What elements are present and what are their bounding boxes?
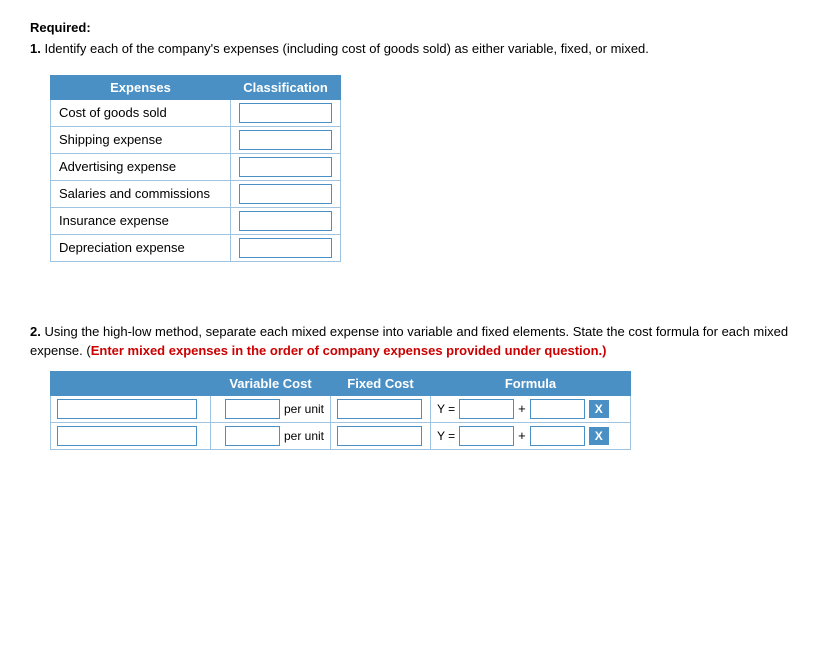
classification-cell-5 — [231, 234, 341, 261]
highlow-varcost-0: per unit — [211, 395, 331, 422]
classification-input-3[interactable] — [239, 184, 332, 204]
classification-cell-3 — [231, 180, 341, 207]
col-classification-header: Classification — [231, 75, 341, 99]
classification-cell-4 — [231, 207, 341, 234]
formula-plus-0: + — [518, 401, 526, 416]
section2-container: 2. Using the high-low method, separate e… — [30, 322, 803, 450]
highlow-varcost-1: per unit — [211, 422, 331, 449]
highlow-fixedcost-input-1[interactable] — [337, 426, 422, 446]
formula-var-input-0[interactable] — [459, 399, 514, 419]
expense-name-5: Depreciation expense — [51, 234, 231, 261]
classification-input-5[interactable] — [239, 238, 332, 258]
highlow-table: Variable Cost Fixed Cost Formula per uni… — [50, 371, 631, 450]
highlow-fixedcost-0 — [331, 395, 431, 422]
table1-row: Insurance expense — [51, 207, 341, 234]
formula-x-button-0[interactable]: X — [589, 400, 609, 418]
col-formula-header: Formula — [431, 371, 631, 395]
col-fixed-cost-header: Fixed Cost — [331, 371, 431, 395]
table1-row: Depreciation expense — [51, 234, 341, 261]
col-variable-cost-header: Variable Cost — [211, 371, 331, 395]
highlow-row-0: per unit Y = + X — [51, 395, 631, 422]
expense-name-3: Salaries and commissions — [51, 180, 231, 207]
highlow-formula-1: Y = + X — [431, 422, 631, 449]
question2-number: 2. — [30, 324, 41, 339]
table1-row: Shipping expense — [51, 126, 341, 153]
per-unit-label-0: per unit — [284, 402, 324, 416]
highlow-varcost-input-1[interactable] — [225, 426, 280, 446]
expense-name-1: Shipping expense — [51, 126, 231, 153]
formula-x-button-1[interactable]: X — [589, 427, 609, 445]
formula-plus-1: + — [518, 428, 526, 443]
classification-cell-0 — [231, 99, 341, 126]
question1-text: 1. Identify each of the company's expens… — [30, 39, 803, 59]
question1-body: Identify each of the company's expenses … — [44, 41, 648, 56]
formula-var-input-1[interactable] — [459, 426, 514, 446]
formula-fixed-input-0[interactable] — [530, 399, 585, 419]
table1-row: Salaries and commissions — [51, 180, 341, 207]
highlow-expense-1 — [51, 422, 211, 449]
highlow-expense-input-1[interactable] — [57, 426, 197, 446]
col-expense-label — [51, 371, 211, 395]
classification-input-2[interactable] — [239, 157, 332, 177]
formula-y-eq-1: Y = — [437, 429, 455, 443]
expense-name-2: Advertising expense — [51, 153, 231, 180]
classification-input-0[interactable] — [239, 103, 332, 123]
highlow-formula-0: Y = + X — [431, 395, 631, 422]
highlow-fixedcost-1 — [331, 422, 431, 449]
highlow-expense-0 — [51, 395, 211, 422]
highlow-row-1: per unit Y = + X — [51, 422, 631, 449]
expenses-classification-table: Expenses Classification Cost of goods so… — [50, 75, 341, 262]
question2-red: Enter mixed expenses in the order of com… — [91, 343, 607, 358]
per-unit-label-1: per unit — [284, 429, 324, 443]
expense-name-0: Cost of goods sold — [51, 99, 231, 126]
highlow-varcost-input-0[interactable] — [225, 399, 280, 419]
highlow-fixedcost-input-0[interactable] — [337, 399, 422, 419]
classification-cell-2 — [231, 153, 341, 180]
formula-y-eq-0: Y = — [437, 402, 455, 416]
table1-row: Advertising expense — [51, 153, 341, 180]
table1-row: Cost of goods sold — [51, 99, 341, 126]
required-label: Required: — [30, 20, 803, 35]
question1-number: 1. — [30, 41, 41, 56]
question2-text: 2. Using the high-low method, separate e… — [30, 322, 803, 361]
highlow-expense-input-0[interactable] — [57, 399, 197, 419]
formula-fixed-input-1[interactable] — [530, 426, 585, 446]
expense-name-4: Insurance expense — [51, 207, 231, 234]
classification-cell-1 — [231, 126, 341, 153]
col-expenses-header: Expenses — [51, 75, 231, 99]
classification-input-1[interactable] — [239, 130, 332, 150]
classification-input-4[interactable] — [239, 211, 332, 231]
